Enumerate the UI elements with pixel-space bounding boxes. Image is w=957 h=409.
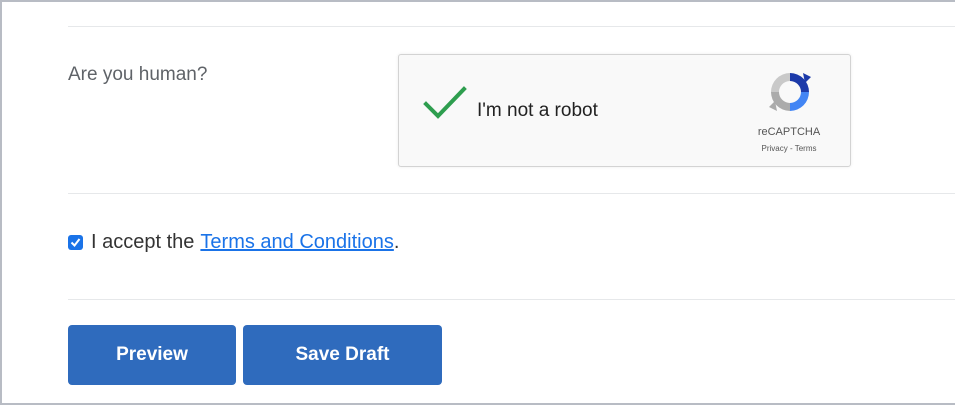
terms-acceptance-row: I accept the Terms and Conditions . bbox=[68, 231, 399, 254]
recaptcha-privacy-terms-link[interactable]: Privacy - Terms bbox=[739, 144, 839, 153]
terms-and-conditions-link[interactable]: Terms and Conditions bbox=[200, 231, 393, 254]
divider bbox=[68, 299, 955, 300]
checkmark-icon[interactable] bbox=[423, 85, 467, 121]
terms-checkbox[interactable] bbox=[68, 235, 83, 250]
human-verification-label: Are you human? bbox=[68, 64, 208, 85]
recaptcha-checkbox-label: I'm not a robot bbox=[477, 100, 598, 121]
divider bbox=[68, 26, 955, 27]
terms-prefix-text: I accept the bbox=[91, 231, 195, 253]
terms-suffix-text: . bbox=[393, 231, 400, 253]
recaptcha-logo-icon bbox=[765, 67, 815, 117]
recaptcha-brand: reCAPTCHA bbox=[757, 126, 821, 138]
save-draft-button[interactable]: Save Draft bbox=[243, 325, 442, 385]
divider bbox=[68, 193, 955, 194]
preview-button[interactable]: Preview bbox=[68, 325, 236, 385]
recaptcha-widget[interactable]: I'm not a robot reCAPTCHA Privacy - Term… bbox=[398, 54, 851, 167]
form-panel: Are you human? I'm not a robot reCAPTCHA… bbox=[0, 0, 955, 405]
